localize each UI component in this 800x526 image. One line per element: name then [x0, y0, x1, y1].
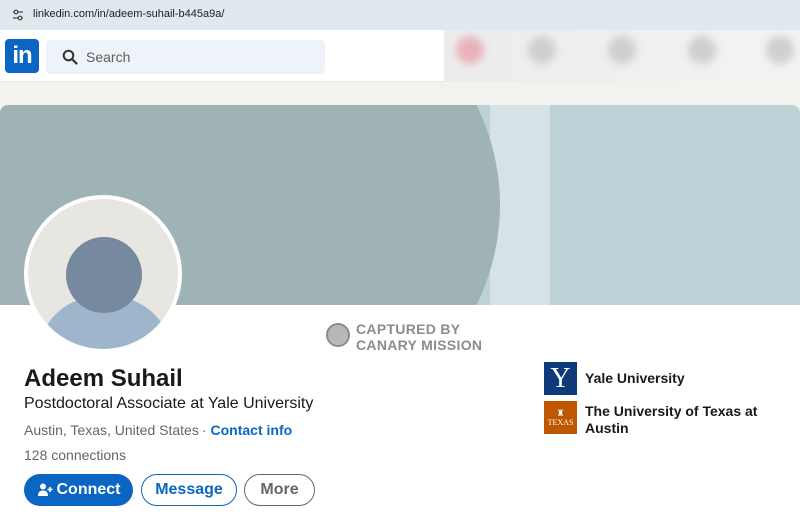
profile-name: Adeem Suhail	[24, 365, 183, 392]
connect-button[interactable]: Connect	[24, 474, 133, 506]
blurred-nav-icon	[688, 36, 716, 64]
search-icon	[62, 49, 78, 65]
org-ut-austin-label: The University of Texas at Austin	[585, 403, 758, 436]
watermark-line2: CANARY MISSION	[356, 337, 483, 353]
org-yale[interactable]: Y Yale University	[544, 362, 795, 395]
profile-location-row: Austin, Texas, United States · Contact inf…	[24, 422, 292, 438]
blurred-nav-icon	[456, 36, 484, 64]
message-button[interactable]: Message	[141, 474, 237, 506]
avatar[interactable]	[24, 195, 182, 353]
profile-headline: Postdoctoral Associate at Yale Universit…	[24, 395, 314, 412]
add-person-icon	[37, 483, 52, 496]
url-text[interactable]: linkedin.com/in/adeem-suhail-b445a9a/	[33, 8, 224, 20]
ut-austin-logo-icon: ♜ TEXAS	[544, 401, 577, 434]
search-input[interactable]: Search	[46, 40, 325, 74]
ut-logo-text: TEXAS	[547, 417, 574, 427]
browser-address-bar[interactable]: linkedin.com/in/adeem-suhail-b445a9a/	[0, 0, 800, 30]
watermark-line1: CAPTURED BY	[356, 321, 461, 337]
watermark-seal-icon	[326, 323, 350, 347]
org-ut-austin[interactable]: ♜ TEXAS The University of Texas at Austi…	[544, 401, 795, 437]
blurred-nav-icon	[766, 36, 794, 64]
blurred-nav-items	[444, 30, 800, 82]
profile-card: CAPTURED BY CANARY MISSION Adeem Suhail …	[0, 105, 800, 526]
connect-label: Connect	[56, 481, 121, 498]
more-button[interactable]: More	[244, 474, 315, 506]
linkedin-logo[interactable]: in	[5, 39, 39, 73]
blurred-nav-icon	[528, 36, 556, 64]
separator: ·	[201, 422, 207, 438]
contact-info-link[interactable]: Contact info	[211, 422, 293, 438]
site-settings-icon[interactable]	[12, 9, 24, 21]
top-nav: in Search	[0, 30, 800, 82]
yale-logo-icon: Y	[544, 362, 577, 395]
org-yale-label: Yale University	[585, 370, 685, 386]
profile-location: Austin, Texas, United States	[24, 422, 199, 438]
search-placeholder: Search	[86, 49, 131, 65]
blurred-nav-icon	[608, 36, 636, 64]
ut-crest-icon: ♜	[556, 407, 565, 418]
avatar-head	[66, 237, 142, 313]
connections-count[interactable]: 128 connections	[24, 447, 126, 463]
